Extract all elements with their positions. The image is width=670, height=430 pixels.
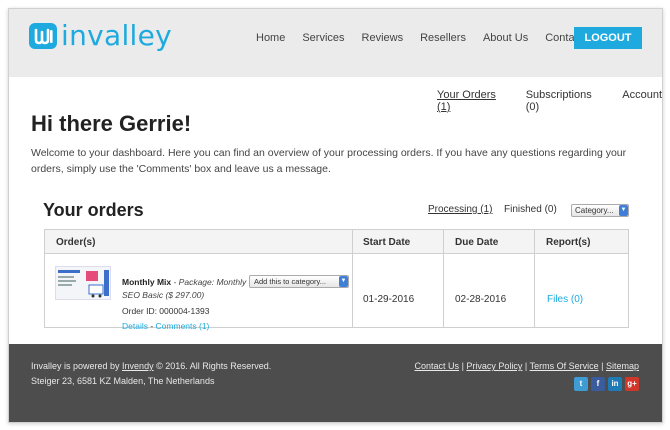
logo-text: invalley <box>61 19 173 52</box>
product-description: Monthly Mix - Package: Monthly SEO Basic… <box>122 276 247 302</box>
footer-link-sitemap[interactable]: Sitemap <box>606 361 639 371</box>
product-thumbnail <box>55 266 111 300</box>
nav-resellers[interactable]: Resellers <box>420 32 466 44</box>
order-id: Order ID: 000004-1393 <box>122 306 210 316</box>
footer-address: Steiger 23, 6581 KZ Malden, The Netherla… <box>31 376 215 386</box>
order-links: Details - Comments (1) <box>122 321 209 331</box>
social-icons: t f in g+ <box>571 377 639 391</box>
footer-link-privacy[interactable]: Privacy Policy <box>466 361 522 371</box>
header: invalley Home Services Reviews Resellers… <box>9 9 662 77</box>
powered-prefix: Invalley is powered by <box>31 361 123 371</box>
nav-home[interactable]: Home <box>256 32 285 44</box>
logo[interactable]: invalley <box>29 19 173 52</box>
col-reports: Report(s) <box>546 237 591 248</box>
due-date: 02-28-2016 <box>455 294 507 305</box>
nav-about-us[interactable]: About Us <box>483 32 528 44</box>
category-select[interactable]: Category... ▼ <box>571 204 629 217</box>
orders-heading: Your orders <box>43 200 144 220</box>
start-date: 01-29-2016 <box>363 294 415 305</box>
logout-button[interactable]: LOGOUT <box>574 27 642 49</box>
add-to-category-select[interactable]: Add this to category... ▼ <box>249 275 349 288</box>
footer: Invalley is powered by Invendy © 2016. A… <box>9 344 662 422</box>
footer-link-contact[interactable]: Contact Us <box>415 361 460 371</box>
column-divider <box>443 230 444 327</box>
footer-link-sep: | <box>598 361 606 371</box>
google-plus-icon[interactable]: g+ <box>625 377 639 391</box>
details-link[interactable]: Details <box>122 321 148 331</box>
powered-suffix: © 2016. All Rights Reserved. <box>153 361 272 371</box>
footer-link-terms[interactable]: Terms Of Service <box>530 361 599 371</box>
nav-services[interactable]: Services <box>302 32 344 44</box>
filter-finished[interactable]: Finished (0) <box>504 204 557 215</box>
column-divider <box>352 230 353 327</box>
invendy-link[interactable]: Invendy <box>122 361 154 371</box>
chevron-down-icon: ▼ <box>339 276 348 287</box>
col-due-date: Due Date <box>455 237 499 248</box>
page-title: Hi there Gerrie! <box>31 111 192 136</box>
link-separator: - <box>147 321 156 331</box>
linkedin-icon[interactable]: in <box>608 377 622 391</box>
footer-links: Contact Us | Privacy Policy | Terms Of S… <box>415 361 639 371</box>
page-frame: invalley Home Services Reviews Resellers… <box>8 8 663 423</box>
main-nav: Home Services Reviews Resellers About Us… <box>256 32 615 44</box>
account-subnav: Your Orders (1) Subscriptions (0) Accoun… <box>437 89 662 113</box>
logo-mark-icon <box>29 23 57 49</box>
tab-your-orders[interactable]: Your Orders (1) <box>437 89 510 113</box>
category-select-value: Category... <box>575 206 614 215</box>
chevron-down-icon: ▼ <box>619 205 628 216</box>
add-to-category-value: Add this to category... <box>254 277 326 286</box>
col-orders: Order(s) <box>56 237 96 248</box>
column-divider <box>534 230 535 327</box>
files-link[interactable]: Files (0) <box>547 294 583 305</box>
orders-table: Order(s) Start Date Due Date Report(s) M… <box>44 229 629 331</box>
filter-processing[interactable]: Processing (1) <box>428 204 492 215</box>
comments-link[interactable]: Comments (1) <box>156 321 210 331</box>
twitter-icon[interactable]: t <box>574 377 588 391</box>
intro-text: Welcome to your dashboard. Here you can … <box>31 147 627 175</box>
col-start-date: Start Date <box>363 237 411 248</box>
package-separator: - <box>171 277 179 287</box>
facebook-icon[interactable]: f <box>591 377 605 391</box>
nav-reviews[interactable]: Reviews <box>362 32 404 44</box>
product-name: Monthly Mix <box>122 277 172 287</box>
footer-copyright: Invalley is powered by Invendy © 2016. A… <box>31 361 271 371</box>
tab-subscriptions[interactable]: Subscriptions (0) <box>526 89 606 113</box>
table-header: Order(s) Start Date Due Date Report(s) <box>45 230 628 254</box>
footer-link-sep: | <box>522 361 530 371</box>
tab-account[interactable]: Account <box>622 89 662 113</box>
